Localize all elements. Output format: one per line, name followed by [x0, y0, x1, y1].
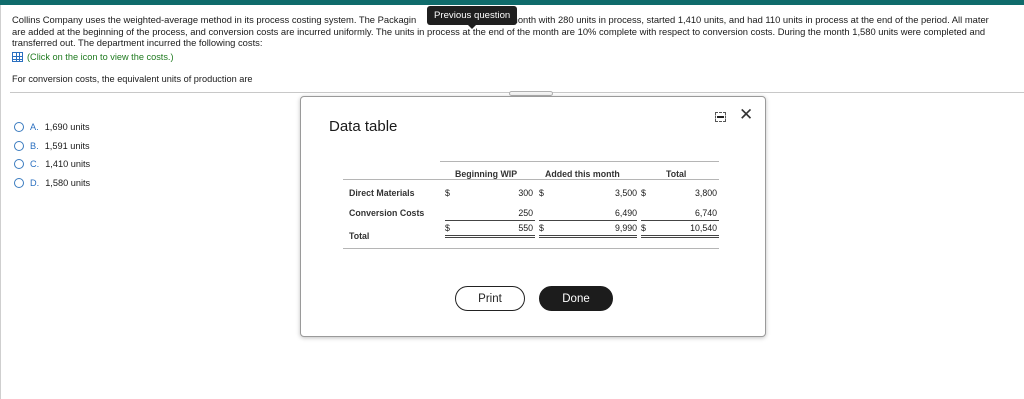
- radio-icon[interactable]: [14, 140, 24, 151]
- print-button[interactable]: Print: [455, 286, 525, 311]
- option-letter: C.: [30, 159, 40, 170]
- currency-symbol: $: [445, 223, 450, 233]
- currency-symbol: $: [641, 188, 646, 198]
- table-rule: [440, 161, 719, 162]
- question-line-2: are added at the beginning of the proces…: [12, 25, 986, 37]
- currency-symbol: $: [539, 188, 544, 198]
- cell-total-added: 9,990: [614, 223, 637, 233]
- col-header-beginning-wip: Beginning WIP: [455, 169, 518, 179]
- option-a[interactable]: A. 1,690 units: [14, 118, 90, 137]
- option-c[interactable]: C. 1,410 units: [14, 155, 90, 174]
- option-letter: D.: [30, 177, 40, 188]
- table-rule: [343, 179, 719, 180]
- table-rule: [343, 248, 719, 249]
- close-icon[interactable]: ✕: [739, 106, 753, 123]
- row-label-conversion-costs: Conversion Costs: [349, 208, 425, 218]
- option-text: 1,591 units: [44, 140, 90, 151]
- currency-symbol: $: [445, 188, 450, 198]
- answer-options: A. 1,690 units B. 1,591 units C. 1,410 u…: [14, 118, 90, 192]
- option-text: 1,580 units: [45, 177, 91, 188]
- underline: [445, 220, 535, 221]
- option-text: 1,410 units: [45, 159, 91, 170]
- currency-symbol: $: [539, 223, 544, 233]
- table-icon[interactable]: [12, 52, 23, 62]
- previous-question-tooltip: Previous question: [427, 6, 518, 29]
- cell-cc-total: 6,740: [694, 208, 717, 218]
- cell-dm-added: 3,500: [614, 188, 637, 198]
- option-letter: B.: [30, 140, 39, 151]
- cell-total-total: 10,540: [690, 223, 717, 233]
- cell-total-beginning: 550: [518, 223, 533, 233]
- view-costs-link-text[interactable]: (Click on the icon to view the costs.): [27, 52, 174, 62]
- col-header-added-this-month: Added this month: [545, 169, 620, 179]
- question-prompt: For conversion costs, the equivalent uni…: [12, 74, 253, 84]
- option-letter: A.: [30, 122, 39, 133]
- top-accent-bar: [0, 0, 1024, 5]
- cell-cc-added: 6,490: [614, 208, 637, 218]
- left-border: [0, 5, 1, 399]
- currency-symbol: $: [641, 223, 646, 233]
- row-label-total: Total: [349, 231, 370, 241]
- done-button[interactable]: Done: [539, 286, 613, 311]
- cell-dm-beginning: 300: [518, 188, 533, 198]
- question-line-1a: Collins Company uses the weighted-averag…: [12, 14, 417, 25]
- cell-dm-total: 3,800: [694, 188, 717, 198]
- data-table: Beginning WIP Added this month Total Dir…: [343, 161, 719, 249]
- col-header-total: Total: [666, 169, 687, 179]
- radio-icon[interactable]: [14, 122, 24, 133]
- underline: [539, 220, 637, 221]
- double-underline: [539, 235, 637, 238]
- double-underline: [445, 235, 535, 238]
- radio-icon[interactable]: [14, 159, 24, 170]
- question-text: Collins Company uses the weighted-averag…: [12, 14, 1024, 49]
- option-text: 1,690 units: [44, 122, 90, 133]
- question-line-3: transferred out. The department incurred…: [12, 37, 263, 48]
- option-b[interactable]: B. 1,591 units: [14, 137, 90, 156]
- data-table-modal: Data table ✕ Beginning WIP Added this mo…: [300, 96, 766, 337]
- option-d[interactable]: D. 1,580 units: [14, 174, 90, 193]
- row-label-direct-materials: Direct Materials: [349, 188, 415, 198]
- minimize-icon[interactable]: [715, 112, 726, 122]
- radio-icon[interactable]: [14, 177, 24, 188]
- view-costs-link[interactable]: (Click on the icon to view the costs.): [12, 52, 174, 62]
- modal-title: Data table: [329, 118, 398, 135]
- cell-cc-beginning: 250: [518, 208, 533, 218]
- double-underline: [641, 235, 719, 238]
- question-line-1b: e month with 280 units in process, start…: [502, 14, 989, 25]
- underline: [641, 220, 719, 221]
